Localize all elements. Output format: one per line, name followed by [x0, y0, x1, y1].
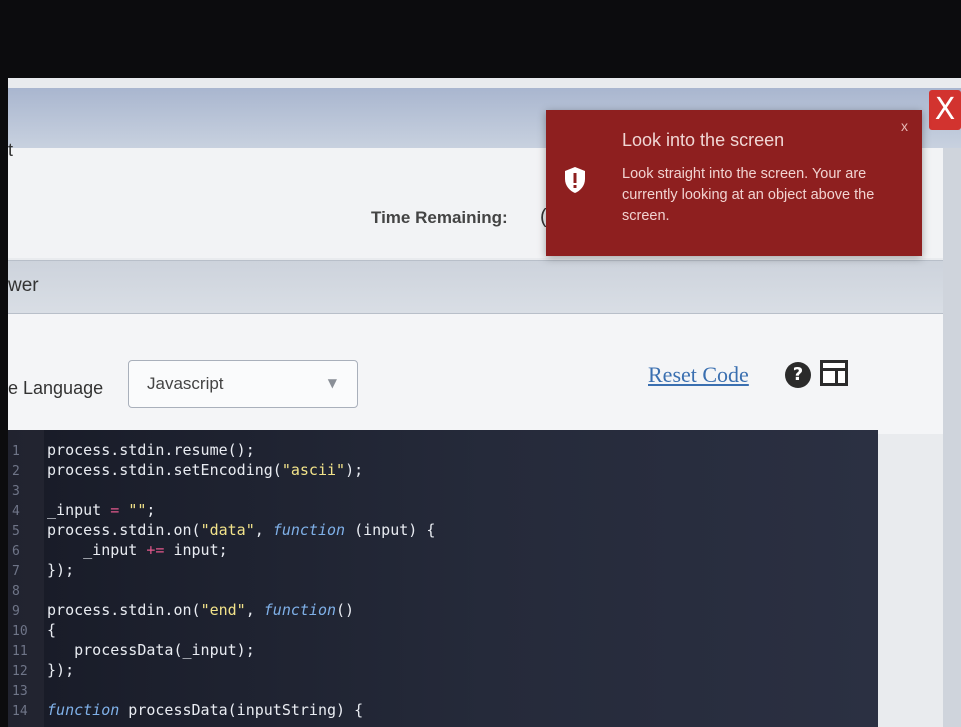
code-text: process.stdin.on("end", function(): [38, 601, 355, 619]
window-close-button[interactable]: X: [929, 90, 961, 130]
reset-code-link[interactable]: Reset Code: [648, 362, 749, 388]
shield-exclamation-icon: [565, 167, 585, 193]
line-number: 1: [12, 444, 20, 459]
code-line[interactable]: 8: [8, 580, 47, 600]
code-line[interactable]: 6 _input += input;: [8, 540, 228, 560]
line-number: 6: [12, 544, 20, 559]
help-icon[interactable]: ?: [785, 362, 811, 388]
line-number: 7: [12, 564, 20, 579]
page-scrollbar[interactable]: [943, 148, 961, 727]
toast-title: Look into the screen: [622, 130, 785, 150]
code-text: process.stdin.setEncoding("ascii");: [38, 461, 364, 479]
line-number: 14: [12, 704, 28, 719]
language-label: e Language: [8, 378, 104, 398]
toast-message: Look straight into the screen. Your are …: [622, 166, 875, 224]
line-number: 12: [12, 664, 28, 679]
toast-close-button[interactable]: x: [901, 118, 908, 134]
language-select-value: Javascript: [147, 374, 224, 393]
line-number: 11: [12, 644, 28, 659]
line-number: 3: [12, 484, 20, 499]
code-editor[interactable]: 1 process.stdin.resume(); 2 process.stdin…: [8, 430, 878, 727]
chevron-down-icon: ▼: [327, 376, 337, 390]
code-text: function processData(inputString) {: [47, 701, 364, 719]
code-line[interactable]: 12 });: [8, 660, 74, 680]
layout-toggle-icon[interactable]: [820, 360, 848, 386]
line-number: 13: [12, 684, 28, 699]
section-bar: wer: [8, 260, 961, 314]
code-text: });: [38, 661, 75, 679]
line-number: 8: [12, 584, 20, 599]
code-line[interactable]: 1 process.stdin.resume();: [8, 440, 255, 460]
code-line[interactable]: 7 });: [8, 560, 74, 580]
code-line[interactable]: 4 _input = "";: [8, 500, 155, 520]
line-number: 9: [12, 604, 20, 619]
code-text: _input += input;: [38, 541, 228, 559]
language-select[interactable]: Javascript ▼: [128, 360, 358, 408]
code-text: });: [38, 561, 75, 579]
header-left-text: t: [8, 140, 14, 160]
code-line[interactable]: 2 process.stdin.setEncoding("ascii");: [8, 460, 363, 480]
code-text: process.stdin.resume();: [38, 441, 255, 459]
editor-controls: e Language Javascript ▼ Reset Code ?: [8, 314, 961, 434]
code-line[interactable]: 5 process.stdin.on("data", function (inp…: [8, 520, 435, 540]
proctor-warning-toast: Look into the screen Look straight into …: [546, 110, 922, 256]
code-text: {: [38, 621, 57, 639]
code-line[interactable]: 10 {: [8, 620, 56, 640]
line-number: 10: [12, 624, 28, 639]
code-line[interactable]: 3: [8, 480, 47, 500]
code-line[interactable]: 11 processData(_input);: [8, 640, 255, 660]
line-number: 2: [12, 464, 20, 479]
code-text: process.stdin.on("data", function (input…: [38, 521, 436, 539]
code-line[interactable]: 14 function processData(inputString) {: [8, 700, 363, 720]
section-title: wer: [8, 275, 39, 296]
code-line[interactable]: 9 process.stdin.on("end", function(): [8, 600, 354, 620]
code-text: _input = "";: [38, 501, 156, 519]
code-text: processData(_input);: [38, 641, 255, 659]
time-remaining-label: Time Remaining:: [371, 208, 508, 227]
line-number: 5: [12, 524, 20, 539]
line-number: 4: [12, 504, 20, 519]
code-line[interactable]: 13: [8, 680, 47, 700]
